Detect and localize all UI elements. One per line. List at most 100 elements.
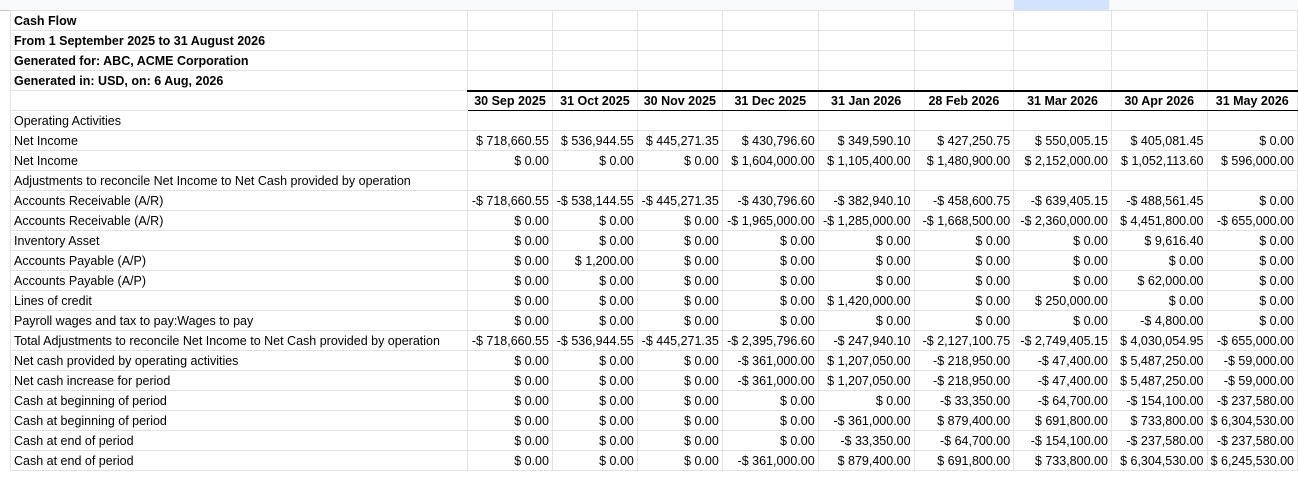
- value-cell[interactable]: $ 0.00: [1013, 250, 1112, 271]
- column-header[interactable]: 31 Dec 2025: [721, 89, 819, 111]
- value-cell[interactable]: $ 0.00: [467, 450, 553, 471]
- value-cell[interactable]: -$ 655,000.00: [1206, 330, 1298, 351]
- row-label[interactable]: Net Income: [9, 150, 469, 171]
- column-header[interactable]: 30 Sep 2025: [467, 89, 553, 111]
- value-cell[interactable]: $ 250,000.00: [1013, 290, 1112, 311]
- value-cell[interactable]: $ 0.00: [551, 150, 638, 171]
- row-label[interactable]: Cash at end of period: [9, 430, 469, 451]
- value-cell[interactable]: -$ 64,700.00: [1013, 390, 1112, 411]
- value-cell[interactable]: -$ 382,940.10: [817, 190, 915, 211]
- value-cell[interactable]: $ 1,604,000.00: [721, 150, 819, 171]
- value-cell[interactable]: $ 0.00: [636, 290, 723, 311]
- value-cell[interactable]: [1013, 170, 1112, 191]
- value-cell[interactable]: $ 596,000.00: [1206, 150, 1298, 171]
- value-cell[interactable]: [467, 170, 553, 191]
- column-header[interactable]: 31 Oct 2025: [551, 89, 638, 111]
- value-cell[interactable]: $ 0.00: [636, 250, 723, 271]
- value-cell[interactable]: [551, 110, 638, 131]
- value-cell[interactable]: -$ 536,944.55: [551, 330, 638, 351]
- value-cell[interactable]: $ 1,207,050.00: [817, 350, 915, 371]
- value-cell[interactable]: $ 0.00: [721, 290, 819, 311]
- value-cell[interactable]: $ 0.00: [551, 430, 638, 451]
- value-cell[interactable]: $ 0.00: [467, 290, 553, 311]
- value-cell[interactable]: $ 1,105,400.00: [817, 150, 915, 171]
- value-cell[interactable]: $ 0.00: [817, 390, 915, 411]
- value-cell[interactable]: $ 0.00: [913, 290, 1015, 311]
- value-cell[interactable]: -$ 655,000.00: [1206, 210, 1298, 231]
- value-cell[interactable]: $ 733,800.00: [1013, 450, 1112, 471]
- value-cell[interactable]: [1206, 170, 1298, 191]
- value-cell[interactable]: $ 0.00: [636, 230, 723, 251]
- row-label[interactable]: Cash at beginning of period: [9, 390, 469, 411]
- value-cell[interactable]: -$ 718,660.55: [467, 330, 553, 351]
- value-cell[interactable]: $ 733,800.00: [1110, 410, 1208, 431]
- value-cell[interactable]: [817, 170, 915, 191]
- value-cell[interactable]: $ 0.00: [721, 230, 819, 251]
- selected-column-header[interactable]: [1014, 0, 1109, 10]
- value-cell[interactable]: -$ 33,350.00: [817, 430, 915, 451]
- row-label[interactable]: Payroll wages and tax to pay:Wages to pa…: [9, 310, 469, 331]
- value-cell[interactable]: $ 0.00: [817, 310, 915, 331]
- value-cell[interactable]: -$ 458,600.75: [913, 190, 1015, 211]
- value-cell[interactable]: $ 879,400.00: [817, 450, 915, 471]
- row-label[interactable]: Adjustments to reconcile Net Income to N…: [9, 170, 469, 191]
- value-cell[interactable]: $ 0.00: [551, 370, 638, 391]
- row-label[interactable]: Cash at beginning of period: [9, 410, 469, 431]
- value-cell[interactable]: -$ 430,796.60: [721, 190, 819, 211]
- value-cell[interactable]: -$ 2,360,000.00: [1013, 210, 1112, 231]
- value-cell[interactable]: $ 0.00: [636, 390, 723, 411]
- value-cell[interactable]: $ 0.00: [467, 350, 553, 371]
- header-blank-cell[interactable]: [9, 90, 469, 111]
- value-cell[interactable]: $ 0.00: [636, 210, 723, 231]
- value-cell[interactable]: $ 0.00: [1206, 290, 1298, 311]
- row-label[interactable]: Total Adjustments to reconcile Net Incom…: [9, 330, 469, 351]
- value-cell[interactable]: -$ 247,940.10: [817, 330, 915, 351]
- value-cell[interactable]: -$ 218,950.00: [913, 350, 1015, 371]
- value-cell[interactable]: [721, 170, 819, 191]
- value-cell[interactable]: $ 0.00: [817, 250, 915, 271]
- value-cell[interactable]: $ 0.00: [636, 370, 723, 391]
- value-cell[interactable]: -$ 47,400.00: [1013, 370, 1112, 391]
- value-cell[interactable]: $ 0.00: [1110, 290, 1208, 311]
- value-cell[interactable]: $ 0.00: [467, 390, 553, 411]
- value-cell[interactable]: -$ 59,000.00: [1206, 370, 1298, 391]
- value-cell[interactable]: $ 4,030,054.95: [1110, 330, 1208, 351]
- column-header[interactable]: 31 Jan 2026: [817, 89, 915, 111]
- value-cell[interactable]: $ 2,152,000.00: [1013, 150, 1112, 171]
- value-cell[interactable]: [1206, 110, 1298, 131]
- value-cell[interactable]: [913, 110, 1015, 131]
- value-cell[interactable]: $ 0.00: [721, 410, 819, 431]
- value-cell[interactable]: $ 0.00: [551, 410, 638, 431]
- column-header[interactable]: 31 May 2026: [1206, 89, 1298, 111]
- value-cell[interactable]: -$ 639,405.15: [1013, 190, 1112, 211]
- value-cell[interactable]: $ 0.00: [467, 270, 553, 291]
- value-cell[interactable]: [1110, 110, 1208, 131]
- value-cell[interactable]: $ 9,616.40: [1110, 230, 1208, 251]
- value-cell[interactable]: $ 0.00: [817, 230, 915, 251]
- value-cell[interactable]: -$ 488,561.45: [1110, 190, 1208, 211]
- value-cell[interactable]: $ 1,200.00: [551, 250, 638, 271]
- value-cell[interactable]: $ 1,207,050.00: [817, 370, 915, 391]
- report-generated-in[interactable]: Generated in: USD, on: 6 Aug, 2026: [9, 70, 469, 91]
- value-cell[interactable]: $ 0.00: [467, 150, 553, 171]
- value-cell[interactable]: -$ 4,800.00: [1110, 310, 1208, 331]
- value-cell[interactable]: $ 1,420,000.00: [817, 290, 915, 311]
- row-label[interactable]: Accounts Receivable (A/R): [9, 190, 469, 211]
- value-cell[interactable]: $ 6,304,530.00: [1206, 410, 1298, 431]
- row-label[interactable]: Net Income: [9, 130, 469, 151]
- row-label[interactable]: Accounts Payable (A/P): [9, 270, 469, 291]
- value-cell[interactable]: $ 550,005.15: [1013, 130, 1112, 151]
- value-cell[interactable]: -$ 154,100.00: [1110, 390, 1208, 411]
- value-cell[interactable]: $ 0.00: [551, 270, 638, 291]
- value-cell[interactable]: $ 536,944.55: [551, 130, 638, 151]
- value-cell[interactable]: $ 6,304,530.00: [1110, 450, 1208, 471]
- value-cell[interactable]: -$ 1,285,000.00: [817, 210, 915, 231]
- value-cell[interactable]: $ 0.00: [467, 310, 553, 331]
- value-cell[interactable]: [1013, 110, 1112, 131]
- value-cell[interactable]: -$ 361,000.00: [721, 450, 819, 471]
- value-cell[interactable]: [1110, 170, 1208, 191]
- value-cell[interactable]: $ 0.00: [721, 390, 819, 411]
- value-cell[interactable]: -$ 2,127,100.75: [913, 330, 1015, 351]
- value-cell[interactable]: $ 0.00: [721, 430, 819, 451]
- value-cell[interactable]: $ 0.00: [636, 350, 723, 371]
